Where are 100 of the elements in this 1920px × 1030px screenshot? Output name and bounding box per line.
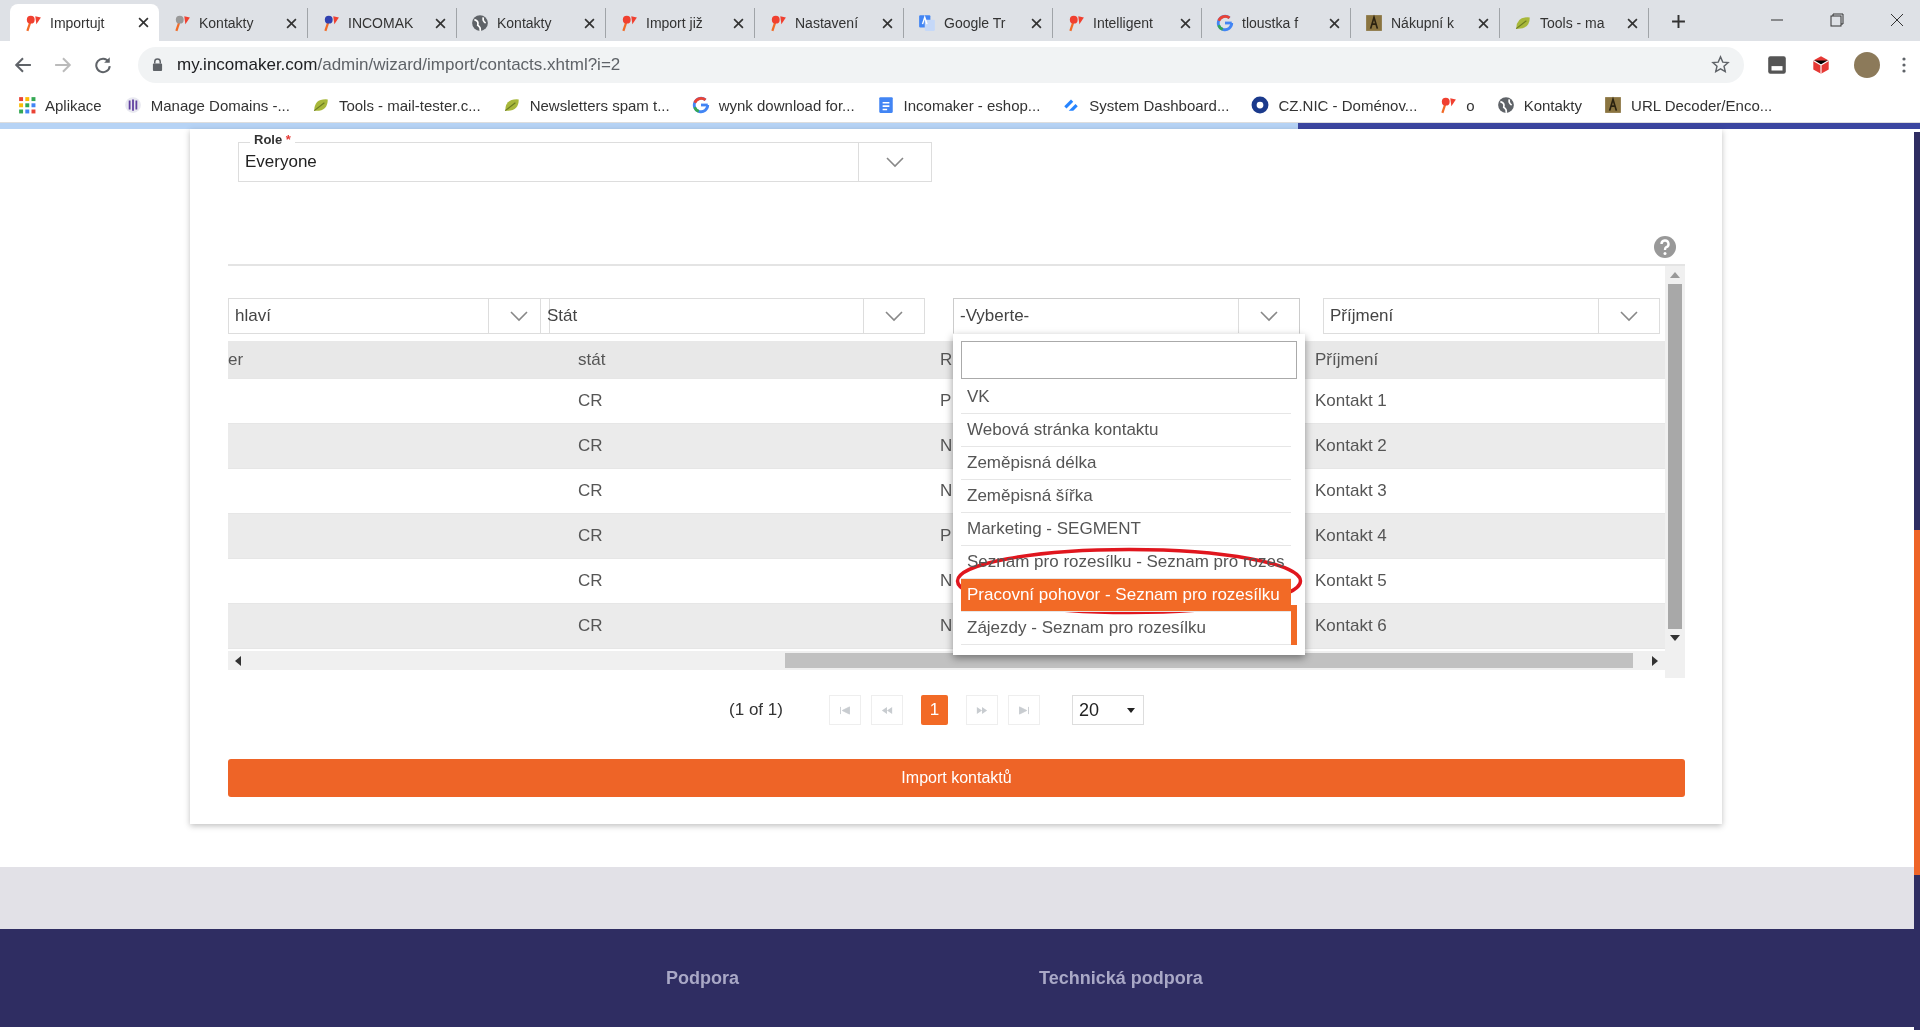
lock-icon [152, 58, 163, 71]
menu-icon[interactable] [1902, 56, 1906, 73]
new-tab-icon[interactable] [1671, 14, 1686, 29]
dropdown-option[interactable]: Webová stránka kontaktu [961, 414, 1291, 447]
last-page-icon [1017, 705, 1030, 715]
search-field[interactable] [961, 341, 1297, 379]
help-icon[interactable] [1653, 235, 1677, 259]
pin-icon [1439, 96, 1458, 114]
bookmark-link[interactable]: Incomaker - eshop... [876, 96, 1041, 114]
leaf-icon [1514, 14, 1532, 32]
close-icon[interactable] [286, 17, 297, 29]
fast-forward-icon [975, 705, 988, 715]
dropdown-option[interactable]: Zeměpisná šířka [961, 480, 1291, 513]
close-icon[interactable] [1329, 17, 1340, 29]
g-logo-icon [1216, 14, 1234, 32]
globe-icon [1496, 96, 1515, 114]
bookmark-link[interactable]: o [1439, 96, 1475, 114]
bookmark-link[interactable]: Tools - mail-tester.c... [311, 96, 481, 114]
pin-icon [322, 14, 340, 32]
vertical-scrollbar[interactable] [1665, 266, 1685, 678]
rewind-icon [880, 705, 893, 715]
field-label: Role * [250, 132, 295, 147]
close-icon[interactable] [584, 17, 595, 29]
browser-tab[interactable]: tloustka f [1202, 8, 1351, 38]
page-summary: (1 of 1) [729, 700, 783, 720]
column-mapping-select[interactable]: Stát [540, 298, 925, 334]
page-size-select[interactable]: 20 [1071, 695, 1144, 725]
chevron-down-icon [509, 310, 529, 322]
chevron-down-icon [885, 156, 905, 168]
table-cell: Kontakt 2 [1315, 424, 1665, 469]
close-icon[interactable] [1890, 13, 1904, 27]
leaf-icon [311, 96, 330, 114]
close-icon[interactable] [138, 17, 149, 28]
star-icon[interactable] [1711, 55, 1730, 74]
chevron-down-icon [1619, 310, 1639, 322]
browser-tab[interactable]: Kontakty [159, 8, 308, 38]
browser-tab[interactable]: Intelligent [1053, 8, 1202, 38]
pin-icon [620, 14, 638, 32]
bookmark-link[interactable]: CZ.NIC - Doménov... [1251, 96, 1418, 114]
back-arrow-icon[interactable] [14, 55, 32, 74]
table-cell: CR [540, 424, 940, 469]
browser-tab[interactable]: INCOMAK [308, 8, 457, 38]
dropdown-option[interactable]: Zeměpisná délka [961, 447, 1291, 480]
table-cell: Kontakt 6 [1315, 604, 1665, 649]
restore-icon[interactable] [1830, 13, 1844, 27]
close-icon[interactable] [1031, 17, 1042, 29]
browser-tab[interactable]: Importujt [10, 4, 159, 41]
bookmark-link[interactable]: Manage Domains -... [123, 96, 290, 114]
footer-heading: Technická podpora [1039, 967, 1203, 989]
column-header: stát [540, 341, 940, 379]
extension-icon[interactable] [1766, 53, 1788, 76]
table-cell: CR [540, 514, 940, 559]
table-cell: CR [540, 604, 940, 649]
bookmark-link[interactable]: Kontakty [1496, 96, 1583, 114]
scroll-down-icon[interactable] [1670, 634, 1680, 642]
url-text: my.incomaker.com/admin/wizard/import/contacts.xhtml?i=2 [177, 54, 622, 75]
close-icon[interactable] [435, 17, 446, 29]
reload-icon[interactable] [94, 55, 112, 74]
dropdown-option[interactable]: Marketing - SEGMENT [961, 513, 1291, 546]
close-icon[interactable] [733, 17, 744, 29]
tile-icon [1365, 14, 1383, 32]
browser-tab[interactable]: Kontakty [457, 8, 606, 38]
browser-tab[interactable]: Nastavení [755, 8, 904, 38]
chevron-down-icon [1259, 310, 1279, 322]
translate-icon [918, 14, 936, 32]
horizontal-scrollbar[interactable] [228, 651, 1665, 670]
apps-grid-icon [18, 96, 36, 114]
caret-icon [1126, 706, 1135, 714]
column-header: er [228, 341, 540, 379]
pin-icon [1067, 14, 1085, 32]
table-cell: Kontakt 4 [1315, 514, 1665, 559]
scroll-left-icon[interactable] [234, 655, 242, 666]
dropdown-option[interactable]: VK [961, 381, 1291, 414]
document-icon [876, 96, 895, 114]
network-icon [123, 96, 142, 114]
dropdown-option[interactable]: Zájezdy - Seznam pro rozesílku [961, 612, 1291, 645]
close-icon[interactable] [1627, 17, 1638, 29]
browser-tab[interactable]: Tools - ma [1500, 8, 1649, 38]
browser-tab[interactable]: Import již [606, 8, 755, 38]
leaf-icon [502, 96, 521, 114]
address-bar[interactable]: my.incomaker.com/admin/wizard/import/contacts.xhtml?i=2 [138, 46, 1744, 83]
avatar-circle[interactable] [1854, 51, 1880, 78]
close-icon[interactable] [1478, 17, 1489, 29]
pin-icon [24, 13, 42, 32]
bookmark-link[interactable]: System Dashboard... [1062, 96, 1230, 114]
browser-tab[interactable]: Google Tr [904, 8, 1053, 38]
bookmark-link[interactable]: Newsletters spam t... [502, 96, 670, 114]
bookmark-link[interactable]: wynk download for... [691, 96, 855, 114]
bookmark-link[interactable]: URL Decoder/Enco... [1604, 96, 1773, 114]
bookmark-link[interactable]: Aplikace [18, 96, 102, 114]
close-icon[interactable] [1180, 17, 1191, 29]
pin-icon [769, 14, 787, 32]
cube-icon[interactable] [1810, 53, 1832, 76]
scroll-right-icon[interactable] [1651, 655, 1659, 666]
column-mapping-select[interactable]: Příjmení [1323, 298, 1660, 334]
globe-icon [471, 14, 489, 32]
close-icon[interactable] [882, 17, 893, 29]
browser-tab[interactable]: Nákupní k [1351, 8, 1500, 38]
footer-heading: Podpora [666, 967, 739, 989]
pin-icon [173, 14, 191, 32]
